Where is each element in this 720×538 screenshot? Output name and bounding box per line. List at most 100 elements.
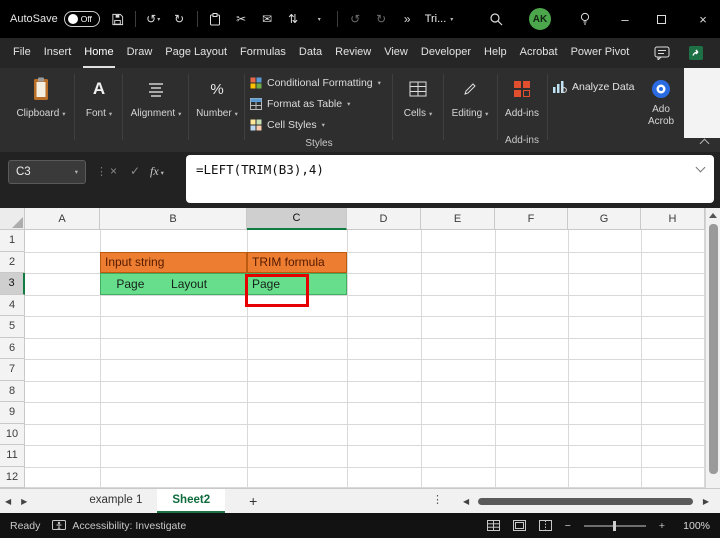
format-as-table-button[interactable]: Format as Table▾ xyxy=(248,93,390,114)
maximize-button[interactable] xyxy=(657,15,671,24)
accessibility-status[interactable]: Accessibility: Investigate xyxy=(52,520,186,532)
minimize-button[interactable]: – xyxy=(618,12,632,27)
column-header-D[interactable]: D xyxy=(347,208,421,230)
tab-bar-more-icon[interactable]: ⋮ xyxy=(432,493,443,506)
row-header-2[interactable]: 2 xyxy=(0,252,25,274)
menu-help[interactable]: Help xyxy=(483,38,508,68)
autosave-switch[interactable]: Off xyxy=(64,11,100,27)
expand-formula-bar-icon[interactable] xyxy=(697,164,704,171)
ribbon-group-number[interactable]: % Number▾ xyxy=(192,74,242,146)
row-header-9[interactable]: 9 xyxy=(0,402,25,424)
ribbon-group-cells[interactable]: Cells▾ xyxy=(395,74,441,146)
row-header-4[interactable]: 4 xyxy=(0,295,25,317)
zoom-out-button[interactable]: − xyxy=(565,520,571,532)
ribbon-group-alignment[interactable]: Alignment▾ xyxy=(126,74,186,146)
mail-icon[interactable]: ✉ xyxy=(259,12,276,26)
ribbon-group-acrobat[interactable]: Ado Acrob xyxy=(640,74,682,128)
sheet-cells[interactable]: Input string TRIM formula Page Layout Pa… xyxy=(25,230,705,488)
page-break-view-icon[interactable] xyxy=(539,520,552,531)
column-header-E[interactable]: E xyxy=(421,208,495,230)
cancel-icon[interactable]: × xyxy=(110,164,117,178)
menu-view[interactable]: View xyxy=(383,38,409,68)
scroll-up-icon[interactable] xyxy=(709,213,717,218)
prev-sheet-icon[interactable]: ◀ xyxy=(0,489,16,513)
row-header-11[interactable]: 11 xyxy=(0,445,25,467)
row-header-5[interactable]: 5 xyxy=(0,316,25,338)
avatar[interactable]: AK xyxy=(529,8,551,30)
scroll-right-icon[interactable]: ▶ xyxy=(698,497,714,506)
lightbulb-icon[interactable] xyxy=(576,12,593,26)
ribbon-group-editing[interactable]: Editing▾ xyxy=(446,74,494,146)
column-header-H[interactable]: H xyxy=(641,208,705,230)
close-button[interactable]: × xyxy=(696,12,710,27)
more-commands-icon[interactable]: ▾ xyxy=(311,16,328,23)
zoom-slider[interactable] xyxy=(584,525,646,527)
row-header-10[interactable]: 10 xyxy=(0,424,25,446)
undo-icon[interactable]: ↺▾ xyxy=(145,12,162,26)
share-icon[interactable] xyxy=(686,43,706,63)
cell-styles-button[interactable]: Cell Styles▾ xyxy=(248,114,390,135)
save-icon[interactable] xyxy=(109,13,126,26)
comments-icon[interactable] xyxy=(652,43,672,63)
ribbon-group-clipboard[interactable]: Clipboard▾ xyxy=(12,74,70,146)
redo-icon[interactable]: ↻ xyxy=(171,12,188,26)
formula-input[interactable]: =LEFT(TRIM(B3),4) xyxy=(186,155,714,203)
zoom-slider-knob[interactable] xyxy=(613,521,616,531)
menu-home[interactable]: Home xyxy=(83,38,114,68)
menu-acrobat[interactable]: Acrobat xyxy=(519,38,559,68)
zoom-level[interactable]: 100% xyxy=(678,520,710,532)
conditional-formatting-button[interactable]: Conditional Formatting▾ xyxy=(248,72,390,93)
normal-view-icon[interactable] xyxy=(487,520,500,531)
menu-formulas[interactable]: Formulas xyxy=(239,38,287,68)
search-icon[interactable] xyxy=(487,12,504,26)
collapse-ribbon-button[interactable] xyxy=(701,140,708,147)
column-header-B[interactable]: B xyxy=(100,208,247,230)
ribbon-group-addins[interactable]: Add-ins Add-ins xyxy=(500,74,544,146)
autosave-toggle[interactable]: AutoSave Off xyxy=(10,11,100,27)
name-box[interactable]: C3 ▾ xyxy=(8,160,86,184)
column-header-G[interactable]: G xyxy=(568,208,641,230)
column-header-A[interactable]: A xyxy=(25,208,100,230)
horizontal-scroll-thumb[interactable] xyxy=(478,498,693,505)
next-sheet-icon[interactable]: ▶ xyxy=(16,489,32,513)
sheet-tab-sheet2[interactable]: Sheet2 xyxy=(157,489,225,513)
sheet-tab-example1[interactable]: example 1 xyxy=(74,489,157,513)
menu-data[interactable]: Data xyxy=(298,38,323,68)
row-header-8[interactable]: 8 xyxy=(0,381,25,403)
cut-icon[interactable]: ✂ xyxy=(233,12,250,26)
row-header-7[interactable]: 7 xyxy=(0,359,25,381)
select-all-corner[interactable] xyxy=(0,208,25,230)
new-sheet-button[interactable]: + xyxy=(239,489,267,513)
vertical-scrollbar[interactable] xyxy=(705,208,720,488)
row-header-6[interactable]: 6 xyxy=(0,338,25,360)
menu-power-pivot[interactable]: Power Pivot xyxy=(570,38,631,68)
page-layout-view-icon[interactable] xyxy=(513,520,526,531)
cell-C2[interactable]: TRIM formula xyxy=(247,252,347,274)
vertical-scroll-thumb[interactable] xyxy=(709,224,718,474)
horizontal-scrollbar[interactable]: ◀ ▶ xyxy=(458,494,714,508)
ribbon-group-font[interactable]: A Font▾ xyxy=(78,74,120,146)
menu-insert[interactable]: Insert xyxy=(43,38,73,68)
formula-bar-handle[interactable]: ⋮ xyxy=(96,165,107,178)
analyze-data-button[interactable]: Analyze Data xyxy=(552,80,634,94)
column-header-C[interactable]: C xyxy=(247,208,347,230)
row-header-12[interactable]: 12 xyxy=(0,467,25,489)
menu-developer[interactable]: Developer xyxy=(420,38,472,68)
toolbar-overflow-icon[interactable]: » xyxy=(399,12,416,26)
menu-page-layout[interactable]: Page Layout xyxy=(164,38,228,68)
document-name[interactable]: Tri...▾ xyxy=(425,13,454,25)
insert-function-icon[interactable]: fx▾ xyxy=(150,164,164,179)
column-header-F[interactable]: F xyxy=(495,208,568,230)
row-header-1[interactable]: 1 xyxy=(0,230,25,252)
enter-icon[interactable]: ✓ xyxy=(130,164,140,178)
sort-icon[interactable]: ⇅ xyxy=(285,12,302,26)
scroll-left-icon[interactable]: ◀ xyxy=(458,497,474,506)
cell-B3[interactable]: Page Layout xyxy=(100,273,247,295)
menu-file[interactable]: File xyxy=(12,38,32,68)
row-header-3[interactable]: 3 xyxy=(0,273,25,295)
menu-review[interactable]: Review xyxy=(334,38,372,68)
cell-B2[interactable]: Input string xyxy=(100,252,247,274)
paste-icon[interactable] xyxy=(207,13,224,26)
menu-draw[interactable]: Draw xyxy=(126,38,154,68)
zoom-in-button[interactable]: + xyxy=(659,520,665,532)
